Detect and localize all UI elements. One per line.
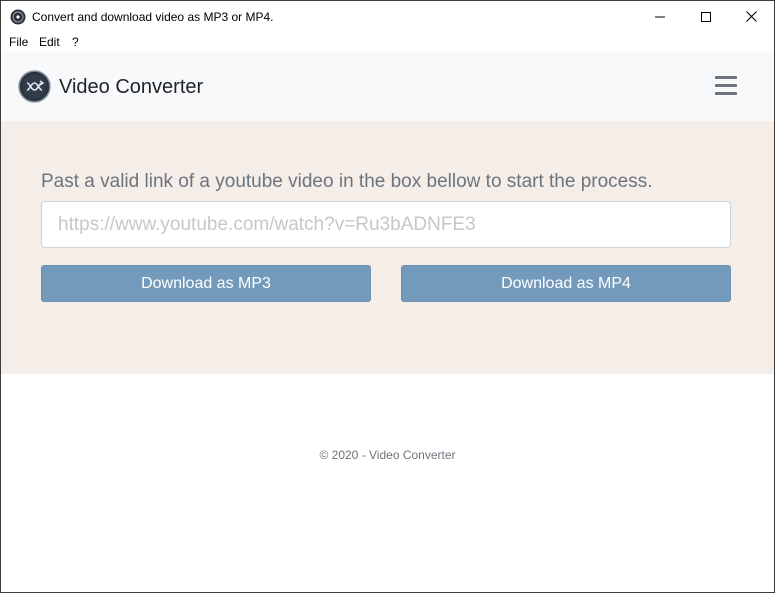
menu-edit[interactable]: Edit — [39, 35, 60, 49]
navbar-toggle-button[interactable] — [709, 74, 745, 100]
menu-bar: File Edit ? — [1, 32, 774, 52]
navbar: Video Converter — [1, 52, 774, 121]
title-bar[interactable]: Convert and download video as MP3 or MP4… — [1, 1, 774, 32]
hamburger-menu-icon — [715, 84, 737, 87]
brand-logo-icon[interactable] — [18, 70, 51, 103]
app-window: Convert and download video as MP3 or MP4… — [0, 0, 775, 593]
minimize-icon — [655, 16, 665, 17]
hero-section: Past a valid link of a youtube video in … — [1, 121, 774, 374]
download-mp3-button[interactable]: Download as MP3 — [41, 265, 371, 302]
hamburger-menu-icon — [715, 92, 737, 95]
youtube-url-input[interactable] — [41, 201, 731, 248]
download-mp4-button[interactable]: Download as MP4 — [401, 265, 731, 302]
menu-file[interactable]: File — [9, 35, 28, 49]
instruction-text: Past a valid link of a youtube video in … — [41, 171, 653, 192]
close-icon — [745, 11, 757, 22]
menu-help[interactable]: ? — [72, 35, 79, 49]
footer-copyright: © 2020 - Video Converter — [319, 448, 456, 462]
app-disc-icon — [10, 9, 26, 25]
maximize-button[interactable] — [683, 1, 729, 32]
hamburger-menu-icon — [715, 76, 737, 79]
close-button[interactable] — [728, 1, 774, 32]
window-title: Convert and download video as MP3 or MP4… — [32, 10, 274, 24]
minimize-button[interactable] — [637, 1, 683, 32]
maximize-icon — [701, 11, 711, 22]
brand-name[interactable]: Video Converter — [59, 75, 203, 99]
